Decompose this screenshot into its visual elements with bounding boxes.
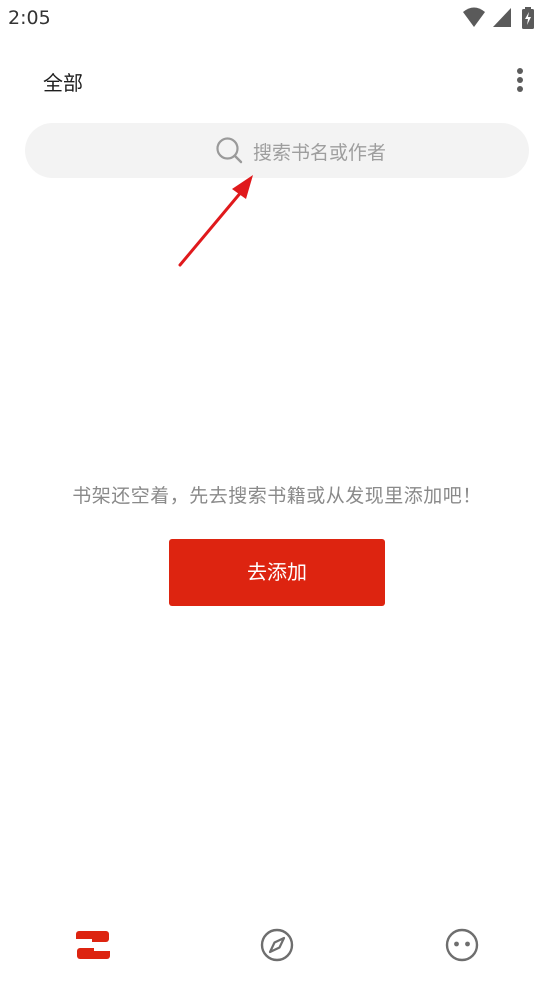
- more-options-button[interactable]: [506, 64, 534, 96]
- nav-item-discover[interactable]: [257, 925, 297, 965]
- bottom-nav: [0, 915, 554, 975]
- compass-icon: [260, 928, 294, 962]
- bookshelf-icon: [76, 931, 110, 959]
- search-icon: [216, 137, 243, 164]
- wifi-icon: [463, 7, 485, 27]
- signal-icon: [493, 8, 511, 27]
- search-bar[interactable]: 搜索书名或作者: [25, 123, 529, 178]
- empty-shelf-message: 书架还空着，先去搜索书籍或从发现里添加吧！: [72, 485, 482, 507]
- nav-item-profile[interactable]: [442, 925, 482, 965]
- page-title[interactable]: 全部: [43, 67, 83, 96]
- more-vertical-icon: [517, 68, 523, 74]
- battery-charging-icon: [522, 7, 534, 29]
- nav-item-bookshelf[interactable]: [73, 925, 113, 965]
- search-placeholder: 搜索书名或作者: [253, 142, 387, 164]
- bookshelf-screen: 2:05 全部 搜索书名或作者 书架还空着，先去搜索书籍或从发现里添加吧！ 去添…: [0, 0, 554, 984]
- face-icon: [445, 928, 479, 962]
- status-time: 2:05: [8, 7, 51, 29]
- status-icons: [462, 7, 542, 29]
- add-books-button[interactable]: 去添加: [169, 539, 385, 606]
- annotation-arrow: [178, 175, 253, 267]
- status-bar: 2:05: [0, 0, 554, 38]
